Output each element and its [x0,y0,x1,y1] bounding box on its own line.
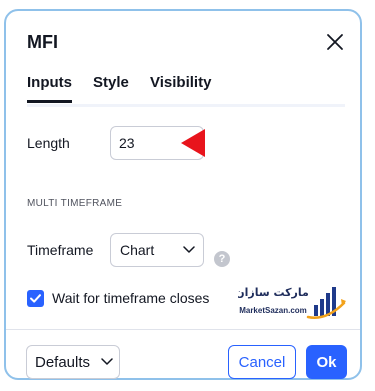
timeframe-select[interactable]: Chart [110,233,204,267]
tab-visibility[interactable]: Visibility [150,74,211,91]
cancel-button[interactable]: Cancel [228,345,296,379]
logo-name-text: مارکت سازان [238,286,309,299]
defaults-label: Defaults [35,354,91,371]
defaults-dropdown[interactable]: Defaults [26,345,120,379]
marketsazan-logo: مارکت سازان MarketSazan.com [238,286,346,319]
logo-url-text: MarketSazan.com [239,306,307,315]
tab-inputs[interactable]: Inputs [27,74,72,103]
ok-button[interactable]: Ok [306,345,347,379]
tab-bar: Inputs Style Visibility [27,74,345,107]
close-icon[interactable] [324,31,346,53]
length-label: Length [27,135,70,151]
wait-timeframe-checkbox[interactable] [27,290,44,307]
annotation-arrow-icon [181,129,205,157]
chevron-down-icon [183,246,195,253]
tab-style[interactable]: Style [93,74,129,91]
check-icon [30,294,41,303]
dialog-title: MFI [27,32,58,52]
timeframe-value: Chart [120,242,155,258]
chevron-down-icon [101,358,113,365]
mfi-settings-dialog: MFI Inputs Style Visibility Length MULTI… [4,9,362,380]
footer-divider [6,329,360,330]
wait-timeframe-label: Wait for timeframe closes [52,290,210,306]
section-title: MULTI TIMEFRAME [27,198,123,209]
timeframe-label: Timeframe [27,242,94,258]
help-icon[interactable]: ? [214,251,230,267]
